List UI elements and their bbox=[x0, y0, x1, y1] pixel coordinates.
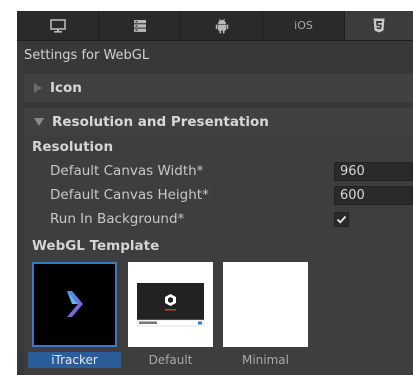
html5-icon bbox=[373, 18, 385, 33]
resolution-section-header[interactable]: Resolution and Presentation bbox=[24, 108, 413, 136]
template-itracker-label[interactable]: iTracker bbox=[28, 352, 121, 368]
template-default-label[interactable]: Default bbox=[124, 352, 217, 368]
tab-ios[interactable]: iOS bbox=[263, 11, 345, 40]
tab-ios-label: iOS bbox=[294, 19, 313, 32]
run-in-background-label: Run In Background* bbox=[50, 211, 185, 227]
expanded-triangle-icon bbox=[34, 118, 44, 126]
tab-standalone[interactable] bbox=[17, 11, 99, 40]
android-icon bbox=[215, 18, 228, 33]
template-minimal-label[interactable]: Minimal bbox=[219, 352, 312, 368]
icon-section: Icon bbox=[24, 74, 413, 102]
tab-webgl[interactable] bbox=[345, 11, 413, 40]
platform-tab-bar: iOS bbox=[17, 11, 413, 41]
tab-dedicated-server[interactable] bbox=[99, 11, 181, 40]
resolution-heading: Resolution bbox=[32, 139, 114, 155]
template-itracker[interactable] bbox=[32, 262, 117, 347]
template-default[interactable] bbox=[128, 262, 213, 347]
monitor-icon bbox=[49, 18, 66, 33]
resolution-section: Resolution and Presentation Resolution D… bbox=[24, 108, 413, 375]
resolution-section-label: Resolution and Presentation bbox=[52, 114, 269, 130]
itracker-logo-icon bbox=[67, 291, 83, 317]
default-template-preview bbox=[136, 283, 205, 327]
run-in-background-checkbox[interactable] bbox=[334, 212, 349, 227]
webgl-template-heading: WebGL Template bbox=[32, 238, 160, 254]
icon-section-header[interactable]: Icon bbox=[24, 74, 413, 102]
collapsed-triangle-icon bbox=[34, 83, 42, 93]
settings-title: Settings for WebGL bbox=[24, 48, 150, 63]
server-icon bbox=[133, 19, 146, 32]
canvas-width-label: Default Canvas Width* bbox=[50, 163, 204, 179]
canvas-height-label: Default Canvas Height* bbox=[50, 187, 209, 203]
canvas-width-field[interactable]: 960 bbox=[334, 162, 413, 181]
canvas-height-field[interactable]: 600 bbox=[334, 186, 413, 205]
tab-android[interactable] bbox=[181, 11, 263, 40]
player-settings-panel: iOS Settings for WebGL Icon Resolution a… bbox=[17, 11, 413, 375]
icon-section-label: Icon bbox=[50, 80, 82, 96]
checkmark-icon bbox=[336, 215, 347, 224]
template-minimal[interactable] bbox=[223, 262, 308, 347]
